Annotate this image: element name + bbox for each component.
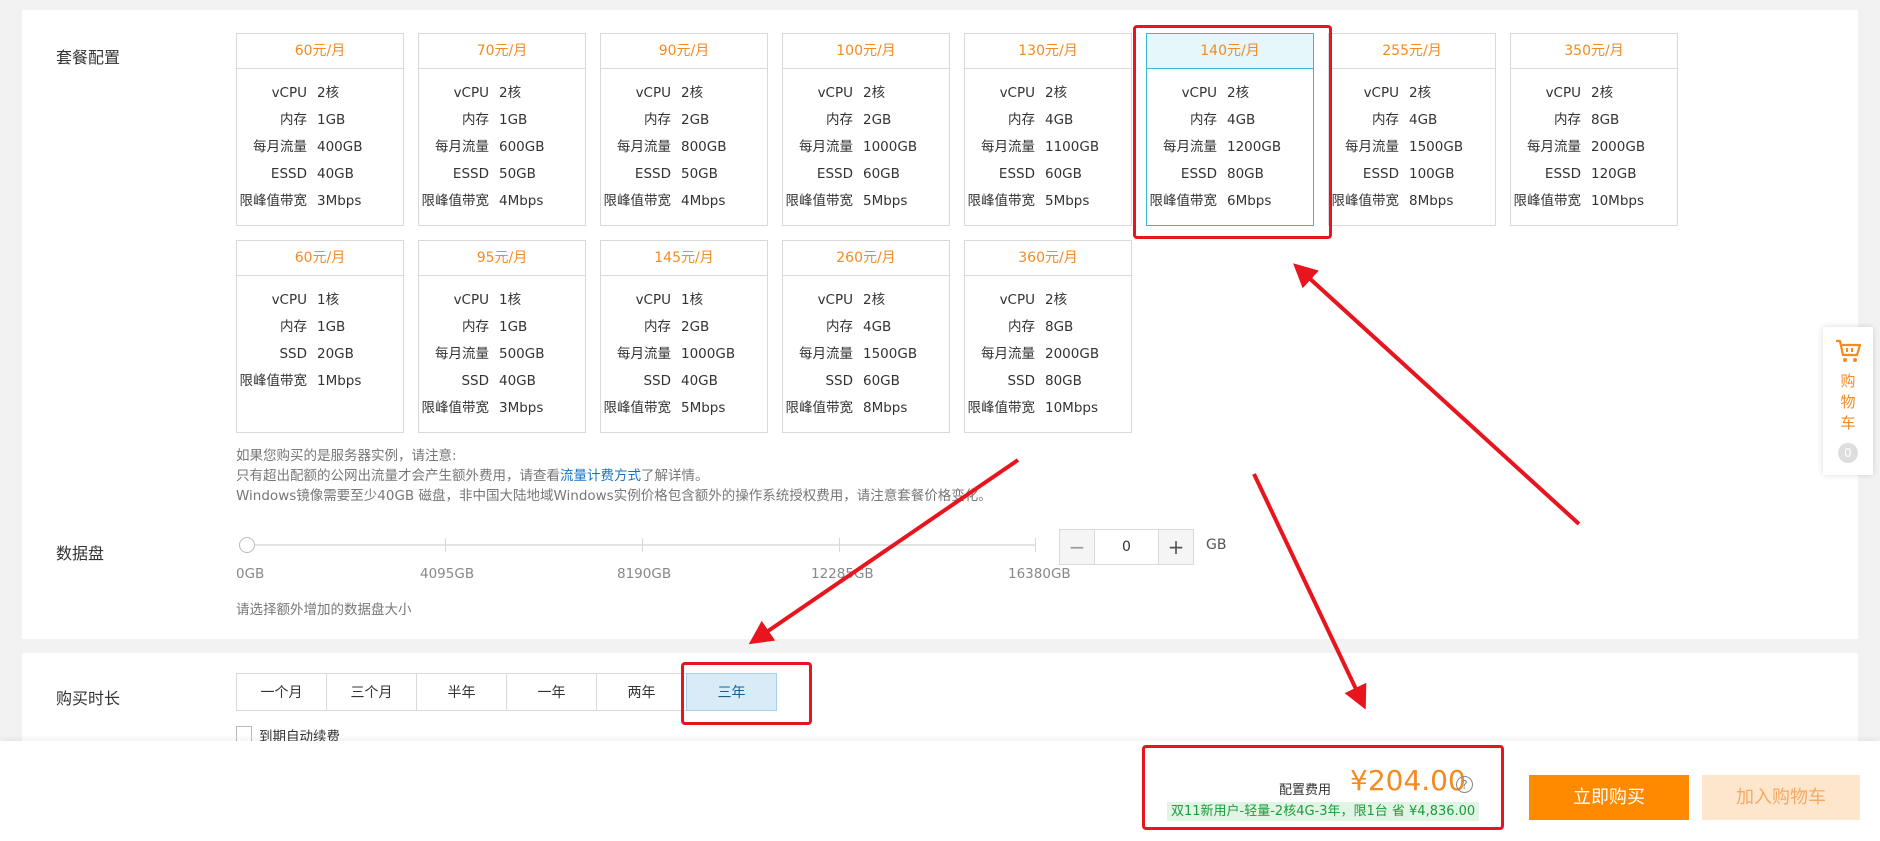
arrow-to-plan (1293, 263, 1581, 526)
arrow-to-price (1252, 473, 1367, 710)
annotation-arrows (748, 263, 1581, 710)
arrow-to-duration (748, 458, 1020, 645)
